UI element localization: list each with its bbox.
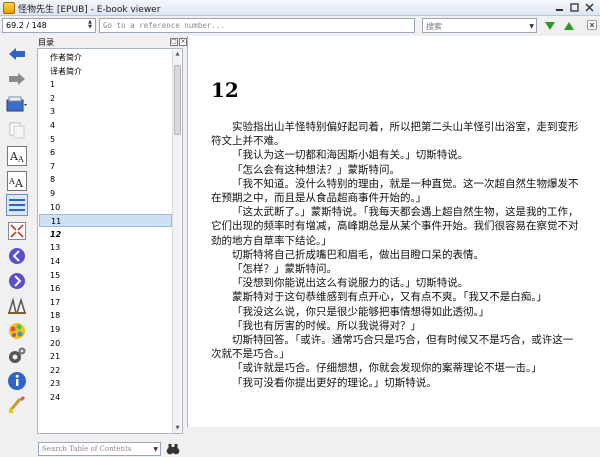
toc-header: 目录 ▢ × [37,37,187,48]
chapter-body: 实验指出山羊怪特别偏好起司着，所以把第二头山羊怪引出浴室，走到变形符文上并不难。… [211,120,579,390]
font-larger-icon[interactable]: AA [6,145,28,167]
next-icon[interactable] [6,270,28,292]
position-spinbox[interactable]: 69.2 / 148 ▲ ▼ [2,18,96,33]
preferences-icon[interactable] [6,345,28,367]
toc-item[interactable]: 10 [39,201,172,214]
find-next-icon[interactable] [544,20,556,31]
toc-item[interactable]: 14 [39,255,172,268]
maximize-icon[interactable] [568,1,581,14]
scroll-thumb[interactable] [174,65,181,135]
toc-panel: 目录 ▢ × 作者简介 译者简介 1 2 3 4 5 6 7 8 9 10 11 12 13 14 15 16 17… [34,36,187,456]
bookmark-icon[interactable] [6,295,28,317]
window-controls [551,1,596,14]
position-value: 69.2 / 148 [6,21,47,30]
paragraph: 蒙斯特对于这句恭维感到有点开心，又有点不爽。「我又不是白痴。」 [232,291,547,304]
toc-title: 目录 [38,38,54,47]
paragraph: 「我不知道。没什么特别的理由，就是一种直觉。这一次超自然生物爆发不在预期之中，而… [211,177,579,205]
paragraph: 「怎样？」蒙斯特问。 [232,263,337,276]
reference-placeholder: Go to a reference number... [103,21,225,30]
binoculars-icon[interactable] [165,441,181,457]
forward-arrow-icon[interactable] [6,68,28,90]
close-panel-icon[interactable]: × [179,38,187,46]
float-panel-icon[interactable]: ▢ [170,38,178,46]
toc-search-input[interactable]: Search Table of Contents ▼ [38,442,161,456]
window-title: 怪物先生 [EPUB] - E-book viewer [18,5,161,15]
close-window-icon[interactable] [583,1,596,14]
minimize-icon[interactable] [553,1,566,14]
app-icon [3,2,15,14]
toc-list[interactable]: 作者简介 译者简介 1 2 3 4 5 6 7 8 9 10 11 12 13 14 15 16 17 18 19 20 2… [37,48,183,434]
svg-text:A: A [14,177,24,190]
close-search-icon[interactable] [587,20,597,30]
toc-item[interactable]: 7 [39,160,172,173]
left-toolbar: AA AA [0,37,34,427]
previous-icon[interactable] [6,245,28,267]
paragraph: 切斯特将自己折成嘴巴和眉毛，做出目瞪口呆的表情。 [232,248,484,261]
toc-item[interactable]: 作者简介 [39,51,172,64]
reader-pane[interactable]: 12 实验指出山羊怪特别偏好起司着，所以把第二头山羊怪引出浴室，走到变形符文上并… [187,36,600,427]
toc-item[interactable]: 18 [39,309,172,322]
paragraph: 「我没这么说，你只是很少能够把事情想得如此透彻。」 [232,305,490,318]
toc-search-placeholder: Search Table of Contents [42,445,132,453]
toc-item[interactable]: 8 [39,173,172,186]
title-bar: 怪物先生 [EPUB] - E-book viewer [0,0,600,16]
search-dropdown-icon[interactable]: ▼ [529,23,534,30]
search-combobox[interactable]: 搜索 ▼ [422,18,537,33]
top-toolbar: 69.2 / 148 ▲ ▼ Go to a reference number..… [0,17,600,35]
toc-item[interactable]: 24 [39,391,172,404]
toc-item[interactable]: 3 [39,105,172,118]
chapter-title: 12 [211,78,239,102]
toc-item[interactable]: 16 [39,282,172,295]
toc-item[interactable]: 2 [39,92,172,105]
toc-icon[interactable] [6,194,28,216]
reference-input[interactable]: Go to a reference number... [99,18,415,33]
toc-item[interactable]: 19 [39,323,172,336]
paragraph: 「我也有厉害的时候。所以我说得对？」 [232,319,421,332]
toc-item[interactable]: 22 [39,364,172,377]
toc-item[interactable]: 4 [39,119,172,132]
font-smaller-icon[interactable]: AA [6,170,28,192]
paragraph: 切斯特回答。「或许。通常巧合只是巧合，但有时候又不是巧合，或许这一次就不是巧合。… [211,334,574,361]
toc-item[interactable]: 17 [39,296,172,309]
open-book-icon[interactable] [6,93,28,115]
paragraph: 「我认为这一切都和海因斯小姐有关。」切斯特说。 [232,149,469,162]
info-icon[interactable] [6,370,28,392]
toc-item[interactable]: 13 [39,241,172,254]
spin-arrows-icon[interactable]: ▲ ▼ [86,20,94,31]
toc-item[interactable]: 1 [39,78,172,91]
toc-item[interactable]: 6 [39,146,172,159]
ebook-viewer-window: 怪物先生 [EPUB] - E-book viewer 69.2 / 148 ▲… [0,0,600,456]
paragraph: 「怎么会有这种想法？」蒙斯特问。 [232,163,400,176]
print-icon[interactable] [6,393,28,415]
copy-icon[interactable] [6,119,28,141]
toc-item[interactable]: 20 [39,337,172,350]
toc-scrollbar[interactable]: ▲ ▼ [172,50,181,433]
toc-item[interactable]: 15 [39,269,172,282]
toc-item[interactable]: 译者简介 [39,65,172,78]
fullscreen-icon[interactable] [6,220,28,242]
toc-item[interactable]: 21 [39,350,172,363]
scroll-up-icon[interactable]: ▲ [174,51,181,58]
svg-text:A: A [8,177,15,186]
theme-icon[interactable] [6,320,28,342]
search-placeholder: 搜索 [426,22,442,31]
paragraph: 「我可没看你提出更好的理论。」切斯特说。 [232,376,437,389]
find-previous-icon[interactable] [563,20,575,31]
paragraph: 实验指出山羊怪特别偏好起司着，所以把第二头山羊怪引出浴室，走到变形符文上并不难。 [211,121,579,148]
scroll-down-icon[interactable]: ▼ [174,425,181,432]
paragraph: 「没想到你能说出这么有说服力的话。」切斯特说。 [232,277,469,290]
paragraph: 「这太武断了。」蒙斯特说。「我每天都会遇上超自然生物，这是我的工作，它们出现的频… [211,206,579,247]
toc-item[interactable]: 23 [39,377,172,390]
svg-text:A: A [17,155,24,164]
toc-item[interactable]: 5 [39,133,172,146]
toc-item[interactable]: 12 [39,228,172,241]
paragraph: 「或许就是巧合。仔细想想，你就会发现你的案蒂理论不堪一击。」 [232,362,542,375]
toc-item[interactable]: 9 [39,187,172,200]
toc-item[interactable]: 11 [39,214,172,228]
toc-search-dropdown-icon[interactable]: ▼ [153,446,158,453]
back-arrow-icon[interactable] [6,43,28,65]
